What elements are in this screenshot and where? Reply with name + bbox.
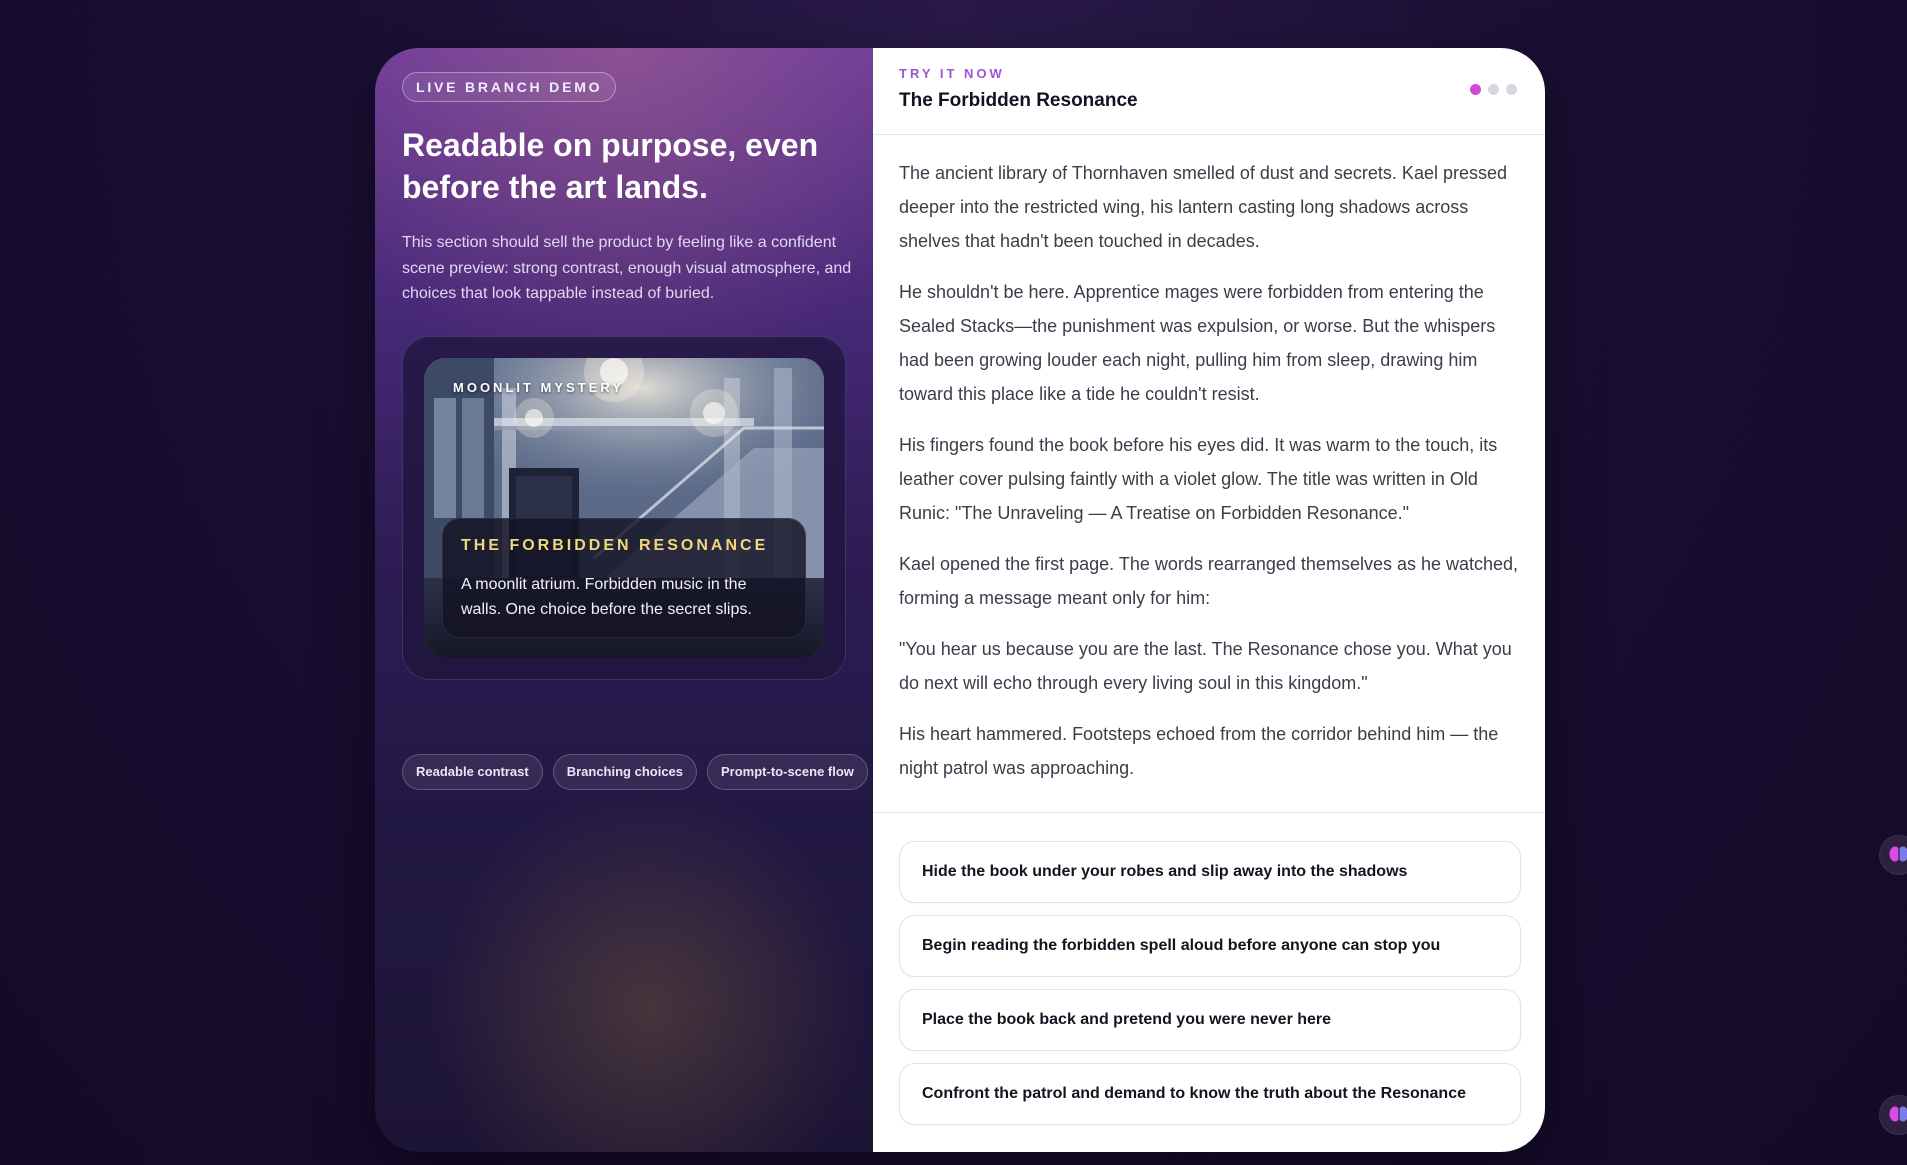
chip-prompt-to-scene-flow: Prompt-to-scene flow: [707, 754, 868, 790]
scene-info-box: THE FORBIDDEN RESONANCE A moonlit atrium…: [442, 518, 806, 638]
section-description: This section should sell the product by …: [402, 234, 852, 302]
progress-dot-2[interactable]: [1488, 84, 1499, 95]
choice-button-read-spell[interactable]: Begin reading the forbidden spell aloud …: [899, 915, 1521, 977]
floating-assistant-button[interactable]: [1879, 1095, 1907, 1135]
brain-icon: [1889, 1105, 1907, 1126]
choice-button-place-book-back[interactable]: Place the book back and pretend you were…: [899, 989, 1521, 1051]
choice-list: Hide the book under your robes and slip …: [899, 841, 1521, 1137]
brain-icon: [1889, 845, 1907, 866]
chip-branching-choices: Branching choices: [552, 754, 698, 790]
scene-card-frame: MOONLIT MYSTERY THE FORBIDDEN RESONANCE …: [402, 336, 846, 680]
scene-title: THE FORBIDDEN RESONANCE: [461, 537, 769, 554]
progress-dot-1[interactable]: [1470, 84, 1481, 95]
story-paragraph: His fingers found the book before his ey…: [899, 435, 1498, 523]
progress-dots: [1470, 84, 1517, 95]
scene-genre-tag: MOONLIT MYSTERY: [453, 380, 624, 395]
demo-card: LIVE BRANCH DEMO Readable on purpose, ev…: [375, 48, 1545, 1152]
progress-dot-3[interactable]: [1506, 84, 1517, 95]
chip-readable-contrast: Readable contrast: [402, 754, 543, 790]
story-paragraph: He shouldn't be here. Apprentice mages w…: [899, 282, 1496, 404]
story-panel: TRY IT NOW The Forbidden Resonance The a…: [873, 48, 1545, 1152]
story-paragraph: The ancient library of Thornhaven smelle…: [899, 163, 1508, 251]
choice-button-hide-book[interactable]: Hide the book under your robes and slip …: [899, 841, 1521, 903]
story-header: TRY IT NOW The Forbidden Resonance: [873, 48, 1545, 135]
story-paragraph: Kael opened the first page. The words re…: [899, 554, 1519, 608]
scene-description: A moonlit atrium. Forbidden music in the…: [461, 576, 752, 618]
choices-divider: [873, 812, 1545, 813]
live-branch-demo-badge: LIVE BRANCH DEMO: [402, 72, 617, 102]
section-headline: Readable on purpose, even before the art…: [402, 127, 819, 205]
story-title: The Forbidden Resonance: [899, 90, 1138, 111]
scene-card[interactable]: MOONLIT MYSTERY THE FORBIDDEN RESONANCE …: [424, 358, 824, 658]
floating-assistant-button[interactable]: [1879, 835, 1907, 875]
feature-chips: Readable contrast Branching choices Prom…: [402, 754, 868, 790]
story-text: The ancient library of Thornhaven smelle…: [899, 156, 1525, 802]
story-paragraph: His heart hammered. Footsteps echoed fro…: [899, 724, 1499, 778]
try-it-now-label: TRY IT NOW: [899, 66, 1005, 81]
story-paragraph: "You hear us because you are the last. T…: [899, 639, 1512, 693]
scene-preview-panel: LIVE BRANCH DEMO Readable on purpose, ev…: [375, 48, 873, 1152]
choice-button-confront-patrol[interactable]: Confront the patrol and demand to know t…: [899, 1063, 1521, 1125]
